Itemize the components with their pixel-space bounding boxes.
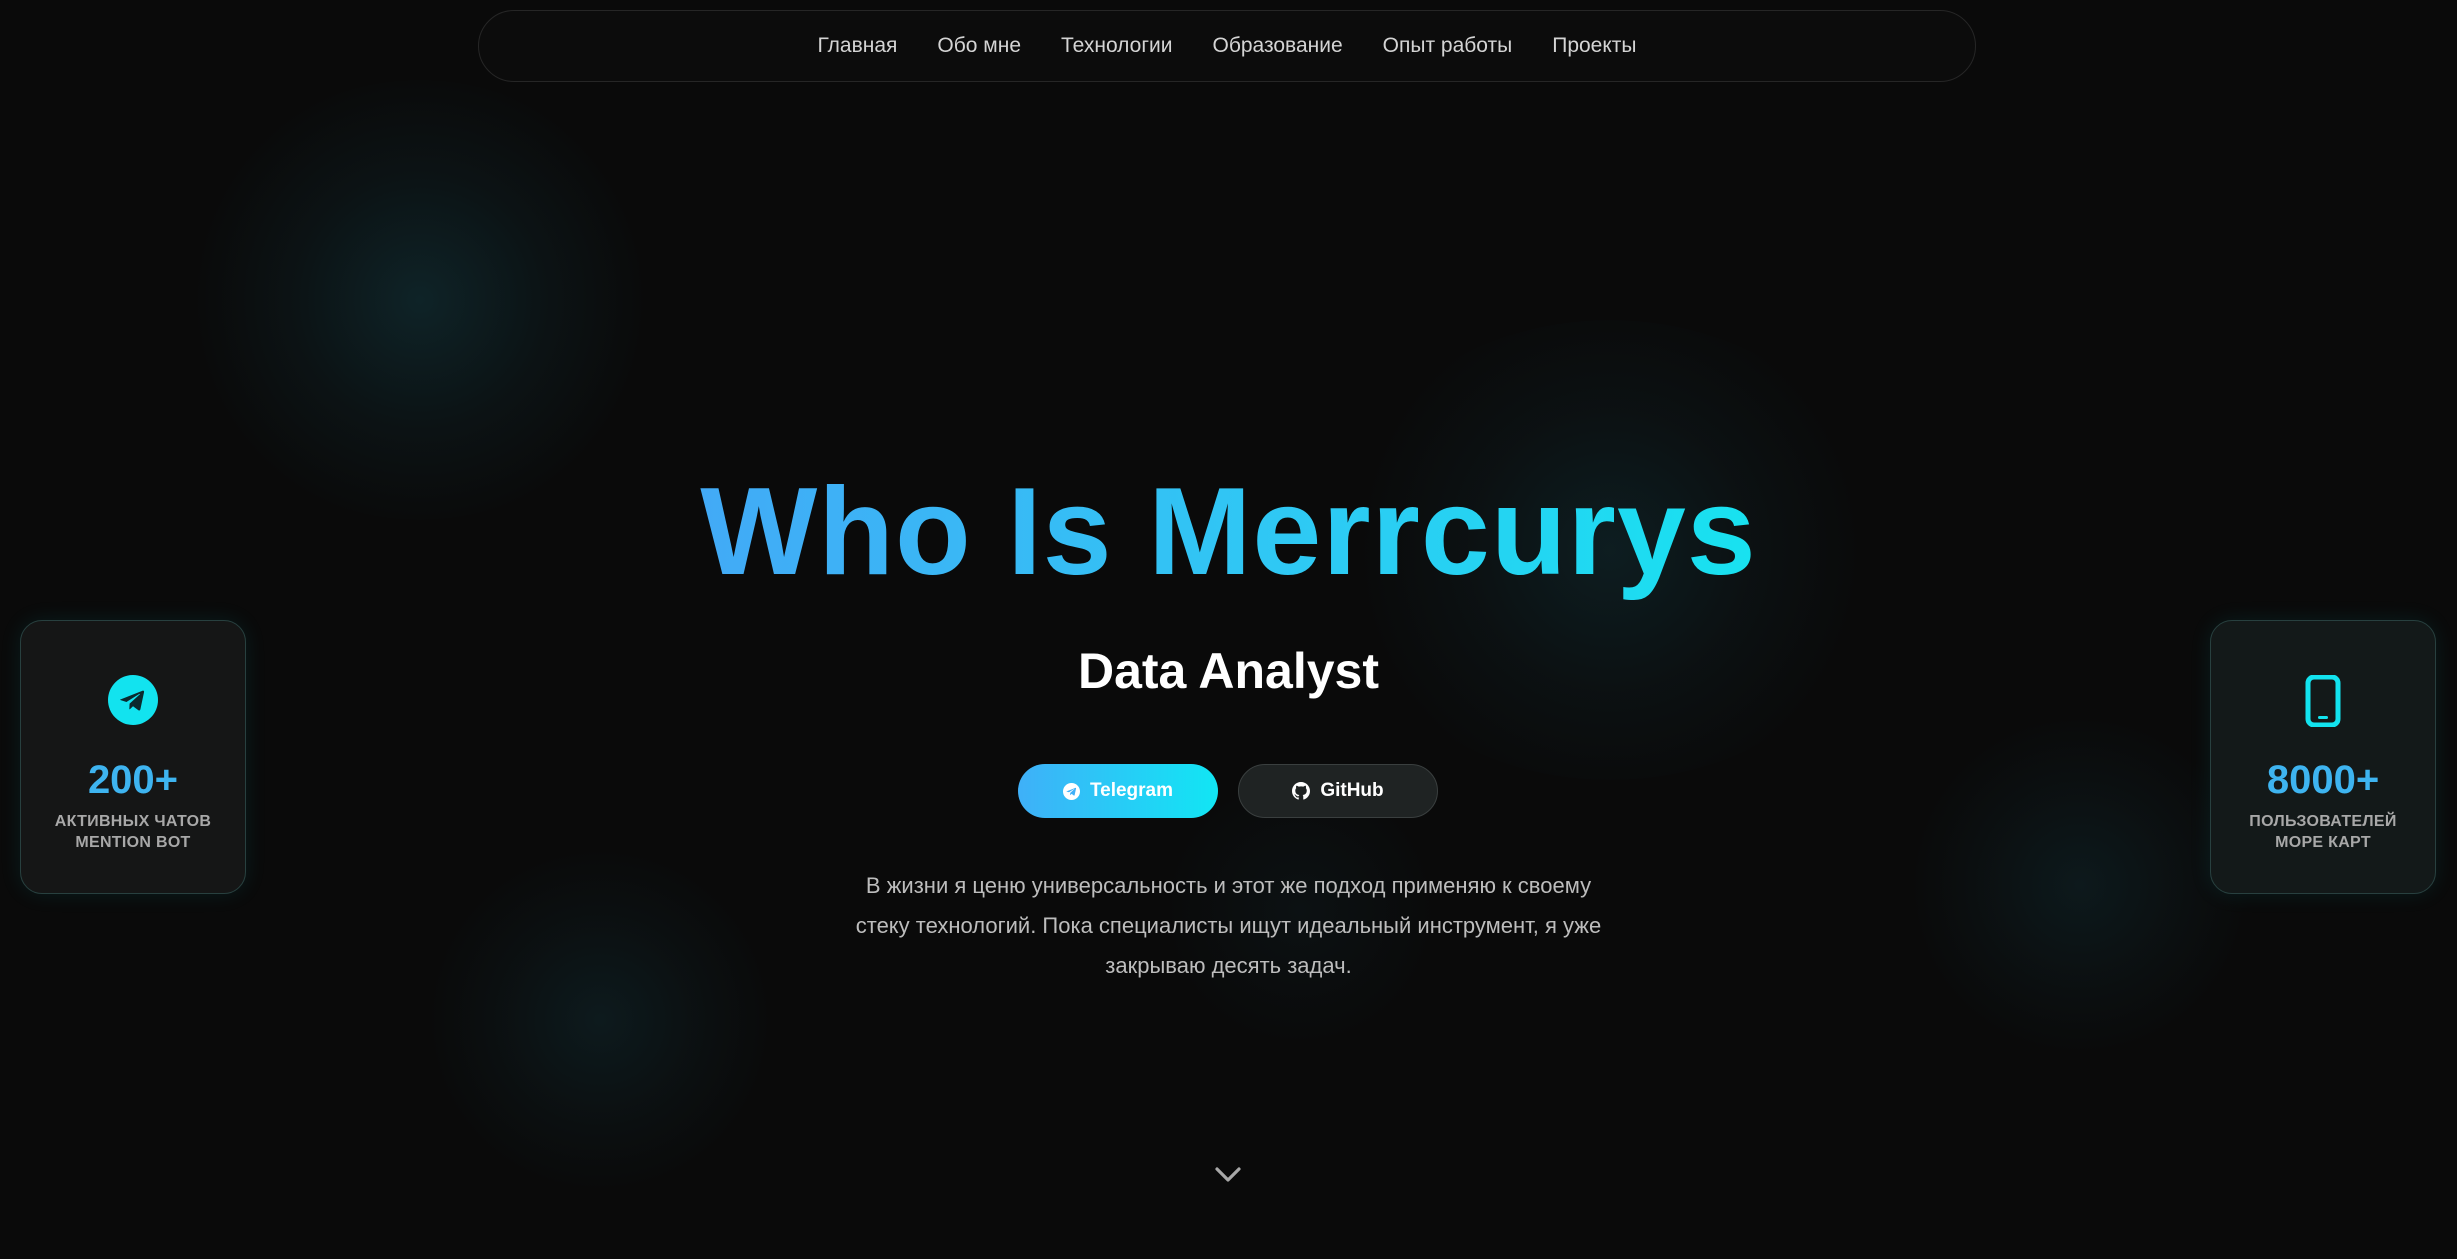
stat-label-line: Море Карт [2275,834,2371,851]
nav-link-education[interactable]: Образование [1212,34,1342,58]
hero-title-text: Who Is Merrcurys [700,463,1757,601]
background-glow [1900,720,2260,1050]
nav-link-home[interactable]: Главная [817,34,897,58]
nav-link-technologies[interactable]: Технологии [1061,34,1172,58]
hero-description: В жизни я ценю универсальность и этот же… [855,873,1602,978]
stat-label-line: Mention Bot [75,834,191,851]
stat-value: 8000+ [2266,758,2380,802]
chevron-down-icon [1215,1167,1241,1182]
stat-card-mention-bot: 200+ активных чатов Mention Bot [20,620,246,894]
telegram-button[interactable]: Telegram [1018,764,1218,818]
nav-link-projects[interactable]: Проекты [1552,34,1636,58]
page: Главная Обо мне Технологии Образование О… [0,0,2457,1259]
telegram-icon [21,675,245,725]
smartphone-icon [2211,675,2435,727]
stat-label: активных чатов Mention Bot [21,811,245,853]
stat-label-line: активных чатов [54,813,212,830]
scroll-down-button[interactable] [1214,1164,1242,1186]
telegram-icon [1062,782,1080,800]
stat-card-more-kart: 8000+ пользователей Море Карт [2210,620,2436,894]
stat-label: пользователей Море Карт [2211,811,2435,853]
top-navigation: Главная Обо мне Технологии Образование О… [478,10,1976,82]
telegram-button-label: Telegram [1089,780,1174,801]
stat-value: 200+ [87,758,179,802]
nav-link-experience[interactable]: Опыт работы [1383,34,1513,58]
background-glow [180,80,660,520]
github-icon [1292,782,1311,800]
github-button[interactable]: GitHub [1238,764,1438,818]
hero-title: Who Is Merrcurys [0,462,2457,602]
github-button-label: GitHub [1320,780,1384,801]
background-glow [420,850,780,1190]
stat-label-line: пользователей [2249,813,2397,830]
hero-subtitle: Data Analyst [1077,643,1380,699]
nav-link-about[interactable]: Обо мне [937,34,1021,58]
